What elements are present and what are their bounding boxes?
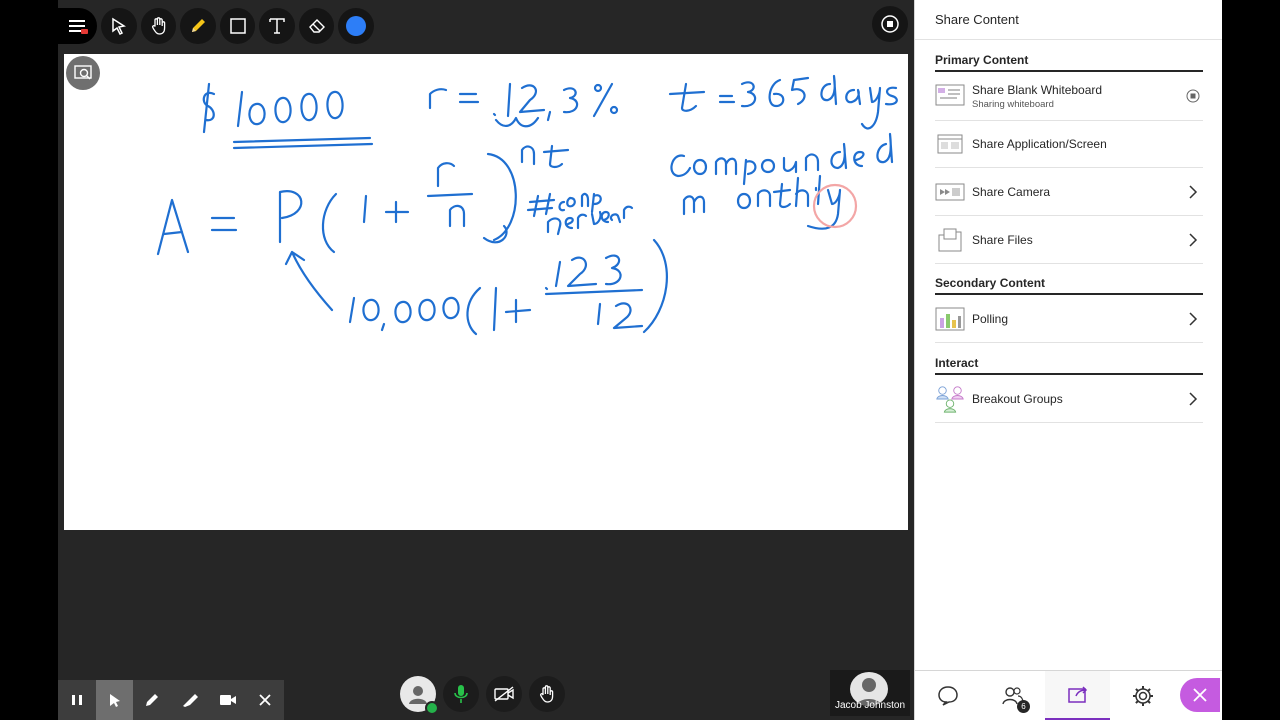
share-camera-label: Share Camera (972, 184, 1051, 199)
section-primary-content: Primary Content (935, 53, 1029, 67)
share-blank-whiteboard-item[interactable]: Share Blank Whiteboard Sharing whiteboar… (935, 72, 1203, 121)
screen-share-icon (935, 130, 965, 158)
share-application-screen-label: Share Application/Screen (972, 137, 1107, 151)
pen-button[interactable] (133, 680, 171, 720)
share-content-panel: Share Content Primary Content Share Blan… (914, 0, 1223, 720)
pointer-button[interactable] (95, 680, 134, 720)
annotation-toolbar (58, 680, 284, 720)
stop-icon (881, 15, 899, 33)
color-picker-button[interactable] (338, 8, 374, 44)
whiteboard-toolbar (58, 6, 378, 46)
section-secondary-content: Secondary Content (935, 276, 1046, 290)
participant-tile[interactable]: Jacob Johnston (830, 670, 910, 716)
pencil-tool-button[interactable] (180, 8, 216, 44)
breakout-groups-label: Breakout Groups (972, 391, 1063, 406)
status-check-icon (425, 701, 439, 715)
microphone-icon (454, 685, 468, 703)
panel-title: Share Content (935, 12, 1019, 27)
files-icon (935, 226, 965, 254)
highlighter-icon (182, 694, 198, 707)
ink-principal (202, 82, 374, 150)
panel-header: Share Content (915, 0, 1223, 40)
select-tool-button[interactable] (101, 8, 137, 44)
menu-button[interactable] (58, 8, 98, 44)
raise-hand-button[interactable] (529, 676, 565, 712)
stop-sharing-button[interactable] (872, 6, 908, 42)
eraser-icon (308, 19, 325, 33)
tab-settings[interactable] (1110, 671, 1175, 720)
whiteboard-ink (156, 74, 898, 336)
text-icon (269, 18, 285, 34)
window-edge (1222, 0, 1280, 720)
ink-time (668, 74, 898, 130)
polling-label: Polling (972, 311, 1009, 326)
section-interact: Interact (935, 356, 979, 370)
close-annotation-button[interactable] (246, 680, 284, 720)
share-camera-item[interactable]: Share Camera (935, 168, 1203, 216)
rectangle-icon (229, 18, 246, 34)
chevron-right-icon (1185, 184, 1201, 200)
share-application-screen-item[interactable]: Share Application/Screen (935, 121, 1203, 168)
chat-icon (937, 686, 958, 706)
share-content-icon (1067, 685, 1087, 703)
select-icon (112, 17, 127, 36)
highlighter-button[interactable] (171, 680, 209, 720)
session-controls (400, 676, 572, 715)
close-panel-button[interactable] (1180, 678, 1220, 712)
ink-substitution (284, 238, 668, 336)
camera-share-icon (935, 178, 965, 206)
ink-formula (156, 144, 634, 256)
video-icon (219, 695, 236, 705)
close-icon (1193, 688, 1207, 702)
panel-tab-bar: 6 (915, 670, 1223, 720)
text-tool-button[interactable] (259, 8, 295, 44)
pointer-icon (109, 694, 120, 707)
pencil-icon (192, 19, 206, 32)
camera-off-icon (494, 686, 514, 702)
ink-rate (428, 82, 619, 128)
pause-button[interactable] (58, 680, 96, 720)
attendee-count-badge: 6 (1017, 700, 1030, 713)
stop-share-icon[interactable] (1185, 88, 1201, 104)
raise-hand-icon (539, 685, 554, 703)
sharing-status-text: Sharing whiteboard (972, 98, 1054, 110)
camera-button[interactable] (486, 676, 522, 712)
chevron-right-icon (1185, 232, 1201, 248)
menu-icon (68, 20, 88, 34)
pan-hand-icon (151, 17, 165, 35)
my-status-button[interactable] (400, 676, 439, 715)
whiteboard-icon (935, 82, 965, 110)
pause-icon (71, 695, 82, 705)
share-files-label: Share Files (972, 232, 1033, 247)
color-picker-icon (346, 16, 367, 36)
eraser-tool-button[interactable] (298, 8, 335, 44)
share-files-item[interactable]: Share Files (935, 216, 1203, 264)
pan-tool-button[interactable] (140, 8, 177, 44)
breakout-groups-icon (935, 385, 965, 413)
rectangle-tool-button[interactable] (219, 8, 256, 44)
video-button[interactable] (209, 680, 247, 720)
microphone-button[interactable] (443, 676, 479, 712)
tab-share-content[interactable] (1045, 671, 1110, 720)
close-icon (259, 694, 271, 706)
chevron-right-icon (1185, 391, 1201, 407)
pen-icon (146, 694, 159, 706)
gear-icon (1132, 686, 1153, 706)
chevron-right-icon (1185, 311, 1201, 327)
polling-item[interactable]: Polling (935, 295, 1203, 343)
participant-name: Jacob Johnston (834, 700, 906, 711)
polling-icon (935, 305, 965, 333)
tab-attendees[interactable]: 6 (980, 671, 1045, 720)
ink-compounded (670, 132, 894, 230)
share-blank-whiteboard-label: Share Blank Whiteboard (972, 82, 1103, 97)
breakout-groups-item[interactable]: Breakout Groups (935, 375, 1203, 423)
tab-chat[interactable] (915, 671, 980, 720)
